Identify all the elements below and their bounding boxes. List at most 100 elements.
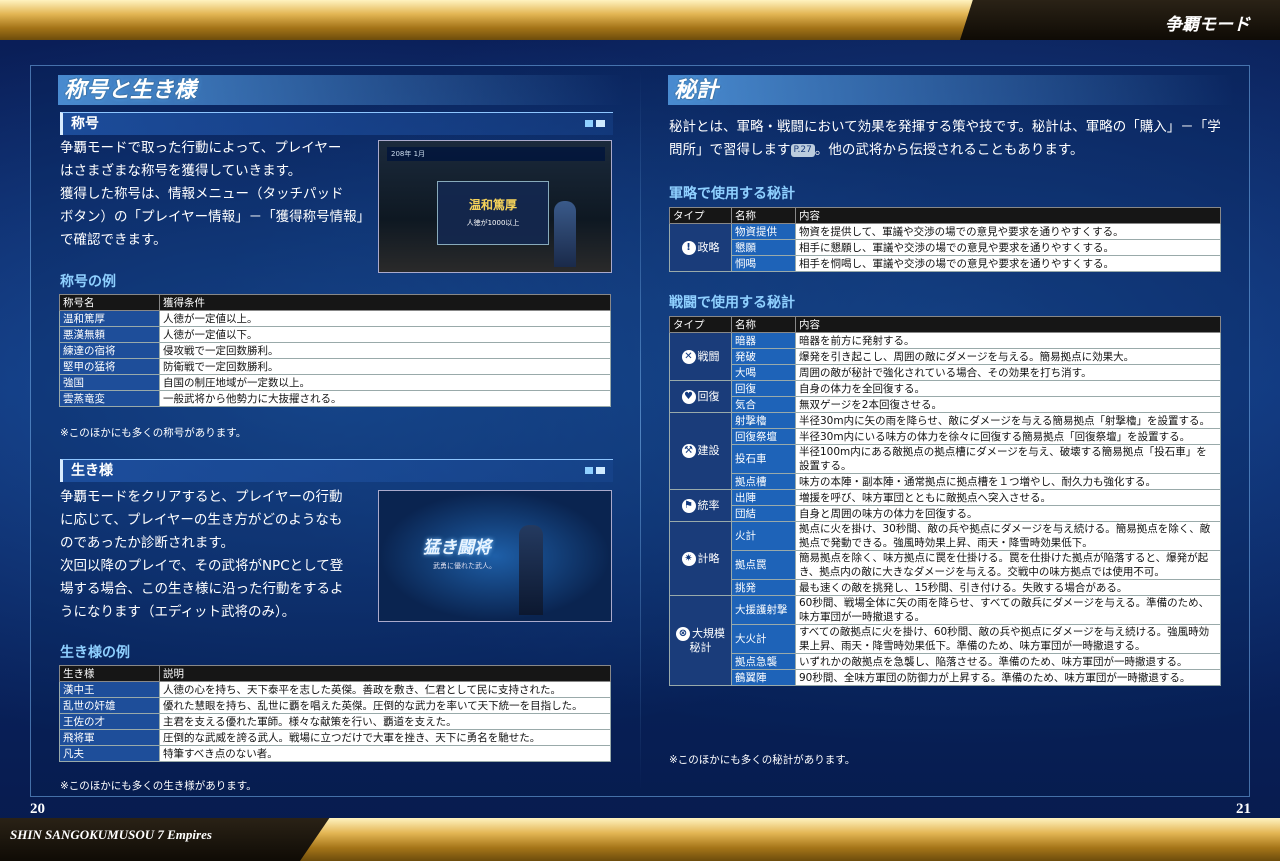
table-row: 飛将軍 圧倒的な武威を誇る武人。戦場に立つだけで大軍を挫き、天下に勇名を馳せた。 [59, 729, 611, 746]
secret-name: 大火計 [731, 624, 796, 654]
secret-name: 挑発 [731, 579, 796, 596]
table-header-row: 生き様 説明 [59, 665, 611, 682]
ways-body: 争覇モードをクリアすると、プレイヤーの行動 に応じて、プレイヤーの生き方がどのよ… [60, 486, 380, 624]
secret-description: すべての敵拠点に火を掛け、60秒間、敵の兵や拠点にダメージを与え続ける。強風時効… [795, 624, 1221, 654]
secret-name: 大喝 [731, 364, 796, 381]
secret-type-cell: ♥ 回復 [669, 380, 732, 413]
secret-type-label: 戦闘 [697, 349, 720, 363]
title-condition: 人徳が一定値以下。 [159, 326, 611, 343]
flag-icon: ⚑ [681, 498, 696, 513]
ways-subheading: 生き様 [60, 459, 613, 482]
titles-table: 称号名 獲得条件 温和篤厚 人徳が一定値以上。 悪漢無頼 人徳が一定値以下。 練達の… [59, 294, 611, 407]
table-row: ⊗ 大規模秘計 大援護射撃 60秒間、戦場全体に矢の雨を降らせ、すべての敵兵にダメージ… [669, 595, 1221, 686]
ways-screenshot: 猛き闘将 武勇に優れた武人。 [378, 490, 612, 622]
table-row: 投石車 半径100m内にある敵拠点の拠点槽にダメージを与え、破壊する簡易拠点「投石… [670, 444, 1221, 474]
table-row: 悪漢無頼 人徳が一定値以下。 [59, 326, 611, 343]
secret-type-label: 政略 [697, 240, 720, 254]
page-reference-link[interactable]: P.27 [790, 143, 815, 157]
table-header: 内容 [795, 316, 1221, 333]
secret-type-cell: ! 政略 [669, 223, 732, 272]
secret-intro: 秘計とは、軍略・戦闘において効果を発揮する策や技です。秘計は、軍略の「購入」－「… [669, 116, 1229, 162]
table-header: タイプ [669, 207, 732, 224]
table-header-row: タイプ 名称 内容 [669, 207, 1221, 224]
secret-intro-line: 秘計とは、軍略・戦闘において効果を発揮する策や技です。秘計は、軍略の「購入」－「… [669, 119, 1221, 135]
subheading-mark-icon [585, 467, 605, 474]
table-header-row: タイプ 名称 内容 [669, 316, 1221, 333]
secret-type-cell: ✷ 計略 [669, 521, 732, 596]
secret-description: 自身の体力を全回復する。 [795, 380, 1221, 397]
secret-name: 団結 [731, 505, 796, 522]
way-description: 特筆すべき点のない者。 [159, 745, 611, 762]
flame-icon: ✷ [681, 551, 696, 566]
table-header: 獲得条件 [159, 294, 611, 311]
way-description: 人徳の心を持ち、天下泰平を志した英傑。善政を敷き、仁君として民に支持された。 [159, 681, 611, 698]
right-section-title: 秘計 [668, 75, 1234, 105]
ways-subheading-text: 生き様 [71, 463, 113, 479]
secret-description: 物資を提供して、軍議や交渉の場での意見や要求を通りやすくする。 [795, 223, 1221, 240]
game-title: SHIN SANGOKUMUSOU 7 Empires [10, 827, 212, 842]
table-row: 凡夫 特筆すべき点のない者。 [59, 745, 611, 762]
table-header: 名称 [731, 207, 796, 224]
table-row: ✕ 戦闘 暗器 暗器を前方に発射する。 [669, 332, 1221, 381]
secret-description: 爆発を引き起こし、周囲の敵にダメージを与える。簡易拠点に効果大。 [795, 348, 1221, 365]
footer-gold-bar [300, 818, 1280, 861]
strategy-heading: 軍略で使用する秘計 [669, 186, 795, 202]
title-condition: 侵攻戦で一定回数勝利。 [159, 342, 611, 359]
secret-name: 拠点罠 [731, 550, 796, 580]
table-row: 雲蒸竜変 一般武将から他勢力に大抜擢される。 [59, 390, 611, 407]
secret-name: 物資提供 [731, 223, 796, 240]
secret-intro-line: 問所」で習得します P.27 。他の武将から伝授されることもあります。 [669, 139, 1229, 162]
exclamation-icon: ! [681, 240, 696, 255]
title-name: 練達の宿将 [59, 342, 160, 359]
ways-body-line: のであったか診断されます。 [60, 535, 235, 551]
secret-name: 恫喝 [731, 255, 796, 272]
table-header: 説明 [159, 665, 611, 682]
secret-name: 懇願 [731, 239, 796, 256]
title-name: 温和篤厚 [59, 310, 160, 327]
table-header-row: 称号名 獲得条件 [59, 294, 611, 311]
mode-label: 争覇モード [1165, 15, 1250, 35]
ways-screenshot-character [519, 525, 543, 615]
table-row: 大喝 周囲の敵が秘計で強化されている場合、その効果を打ち消す。 [670, 364, 1221, 381]
secret-intro-text: 。他の武将から伝授されることもあります。 [814, 142, 1084, 158]
secret-type-label: 建設 [697, 444, 720, 457]
secret-description: 暗器を前方に発射する。 [795, 332, 1221, 349]
table-header: タイプ [669, 316, 732, 333]
table-row: 堅甲の猛将 防衛戦で一定回数勝利。 [59, 358, 611, 375]
way-name: 乱世の奸雄 [59, 697, 160, 714]
table-row: ⚑ 統率 出陣 増援を呼び、味方軍団とともに敵拠点へ突入させる。 [669, 489, 1221, 522]
ways-body-line: に応じて、プレイヤーの生き方がどのようなも [60, 512, 343, 528]
secret-description: 自身と周囲の味方の体力を回復する。 [795, 505, 1221, 522]
ways-screenshot-caption: 武勇に優れた武人。 [433, 562, 496, 570]
title-condition: 自国の制圧地域が一定数以上。 [159, 374, 611, 391]
secret-type-cell: ✕ 戦闘 [669, 332, 732, 381]
table-row: 恫喝 相手を恫喝し、軍議や交渉の場での意見や要求を通りやすくする。 [670, 255, 1221, 272]
table-row: 挑発 最も速くの敵を挑発し、15秒間、引き付ける。失敗する場合がある。 [670, 579, 1221, 596]
secret-description: 味方の本陣・副本陣・通常拠点に拠点槽を１つ増やし、耐久力も強化する。 [795, 473, 1221, 490]
secret-type-cell: ⚒ 建設 [669, 412, 732, 490]
title-name: 強国 [59, 374, 160, 391]
secret-description: 簡易拠点を除く、味方拠点に罠を仕掛ける。罠を仕掛けた拠点が陥落すると、爆発が起き… [795, 550, 1221, 580]
table-row: ✷ 計略 火計 拠点に火を掛け、30秒間、敵の兵や拠点にダメージを与え続ける。簡易拠点… [669, 521, 1221, 596]
secret-description: 無双ゲージを2本回復させる。 [795, 396, 1221, 413]
table-row: 大火計 すべての敵拠点に火を掛け、60秒間、敵の兵や拠点にダメージを与え続ける。強… [670, 624, 1221, 654]
titles-screenshot: 208年 1月 温和篤厚 人徳が1000以上 [378, 140, 612, 273]
titles-body-line: はさまざまな称号を獲得していきます。 [60, 163, 302, 179]
title-name: 悪漢無頼 [59, 326, 160, 343]
table-row: 拠点槽 味方の本陣・副本陣・通常拠点に拠点槽を１つ増やし、耐久力も強化する。 [670, 473, 1221, 490]
secret-description: 60秒間、戦場全体に矢の雨を降らせ、すべての敵兵にダメージを与える。準備のため、… [795, 595, 1221, 625]
secret-name: 拠点急襲 [731, 653, 796, 670]
table-header: 称号名 [59, 294, 160, 311]
battle-heading: 戦闘で使用する秘計 [669, 295, 795, 311]
table-row: ♥ 回復 回復 自身の体力を全回復する。 [669, 380, 1221, 413]
ways-body-line: 次回以降のプレイで、その武将がNPCとして登 [60, 558, 344, 574]
titles-body: 争覇モードで取った行動によって、プレイヤー はさまざまな称号を獲得していきます。… [60, 137, 380, 252]
table-row: ⚒ 建設 射撃櫓 半径30m内に矢の雨を降らせ、敵にダメージを与える簡易拠点「射撃櫓」… [669, 412, 1221, 490]
ways-body-line: 場する場合、この生き様に沿った行動をするよ [60, 581, 344, 597]
table-row: 拠点罠 簡易拠点を除く、味方拠点に罠を仕掛ける。罠を仕掛けた拠点が陥落すると、爆発… [670, 550, 1221, 580]
screenshot-badge: 温和篤厚 [468, 198, 517, 212]
secret-type-cell: ⊗ 大規模秘計 [669, 595, 732, 686]
table-row: 王佐の才 主君を支える優れた軍師。様々な献策を行い、覇道を支えた。 [59, 713, 611, 730]
secret-description: 相手を恫喝し、軍議や交渉の場での意見や要求を通りやすくする。 [795, 255, 1221, 272]
table-row: 乱世の奸雄 優れた慧眼を持ち、乱世に覇を唱えた英傑。圧倒的な武力を率いて天下統一を… [59, 697, 611, 714]
